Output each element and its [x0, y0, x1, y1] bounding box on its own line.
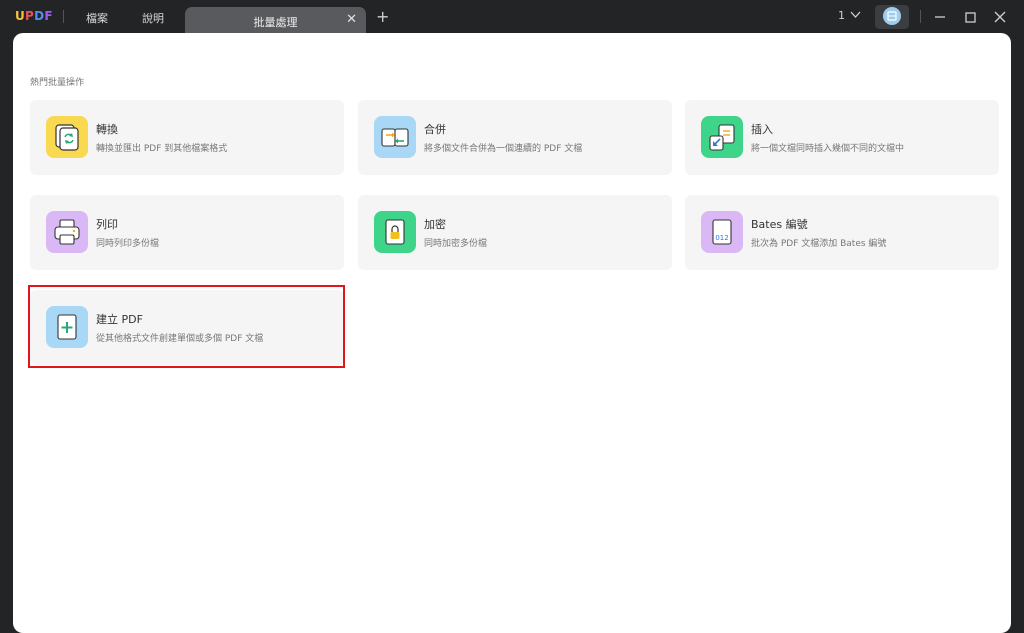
card-description: 將一個文檔同時插入幾個不同的文檔中 [751, 144, 905, 154]
bates-icon: 012 [701, 211, 743, 253]
tab-batch[interactable]: 批量處理 ✕ [185, 7, 366, 34]
card-description: 將多個文件合併為一個連續的 PDF 文檔 [424, 144, 583, 154]
account-button[interactable] [875, 5, 909, 29]
card-bates[interactable]: 012 Bates 編號 批次為 PDF 文檔添加 Bates 編號 [685, 195, 999, 270]
merge-icon [374, 116, 416, 158]
encrypt-icon [374, 211, 416, 253]
card-encrypt[interactable]: 加密 同時加密多份檔 [358, 195, 672, 270]
maximize-icon[interactable] [962, 9, 978, 25]
card-print[interactable]: 列印 同時列印多份檔 [30, 195, 344, 270]
insert-icon [701, 116, 743, 158]
card-title: 加密 [424, 218, 446, 231]
minimize-icon[interactable] [932, 9, 948, 25]
card-title: 合併 [424, 123, 446, 136]
separator [63, 10, 64, 23]
card-description: 轉換並匯出 PDF 到其他檔案格式 [96, 144, 228, 154]
bates-number: 012 [715, 234, 728, 242]
user-icon [887, 11, 897, 21]
card-title: Bates 編號 [751, 218, 808, 231]
app-logo: UPDF [15, 9, 53, 23]
tab-label: 批量處理 [253, 16, 298, 29]
menu-file[interactable]: 檔案 [86, 10, 108, 26]
close-window-icon[interactable] [992, 9, 1008, 25]
menu-help[interactable]: 說明 [142, 10, 164, 26]
highlight-box [28, 285, 345, 368]
card-merge[interactable]: 合併 將多個文件合併為一個連續的 PDF 文檔 [358, 100, 672, 175]
convert-icon [46, 116, 88, 158]
section-title: 熱門批量操作 [30, 78, 85, 88]
separator [920, 10, 921, 23]
card-description: 同時加密多份檔 [424, 239, 488, 249]
card-title: 插入 [751, 123, 773, 136]
card-title: 轉換 [96, 123, 118, 136]
avatar [883, 7, 901, 25]
card-insert[interactable]: 插入 將一個文檔同時插入幾個不同的文檔中 [685, 100, 999, 175]
chevron-down-icon[interactable] [850, 11, 861, 19]
card-title: 列印 [96, 218, 118, 231]
close-icon[interactable]: ✕ [346, 12, 357, 27]
card-description: 批次為 PDF 文檔添加 Bates 編號 [751, 239, 887, 249]
print-icon [46, 211, 88, 253]
card-description: 同時列印多份檔 [96, 239, 160, 249]
card-convert[interactable]: 轉換 轉換並匯出 PDF 到其他檔案格式 [30, 100, 344, 175]
new-tab-button[interactable]: + [376, 7, 389, 26]
title-bar: UPDF 檔案 說明 批量處理 ✕ + 1 [0, 0, 1024, 34]
window-count[interactable]: 1 [838, 9, 845, 22]
